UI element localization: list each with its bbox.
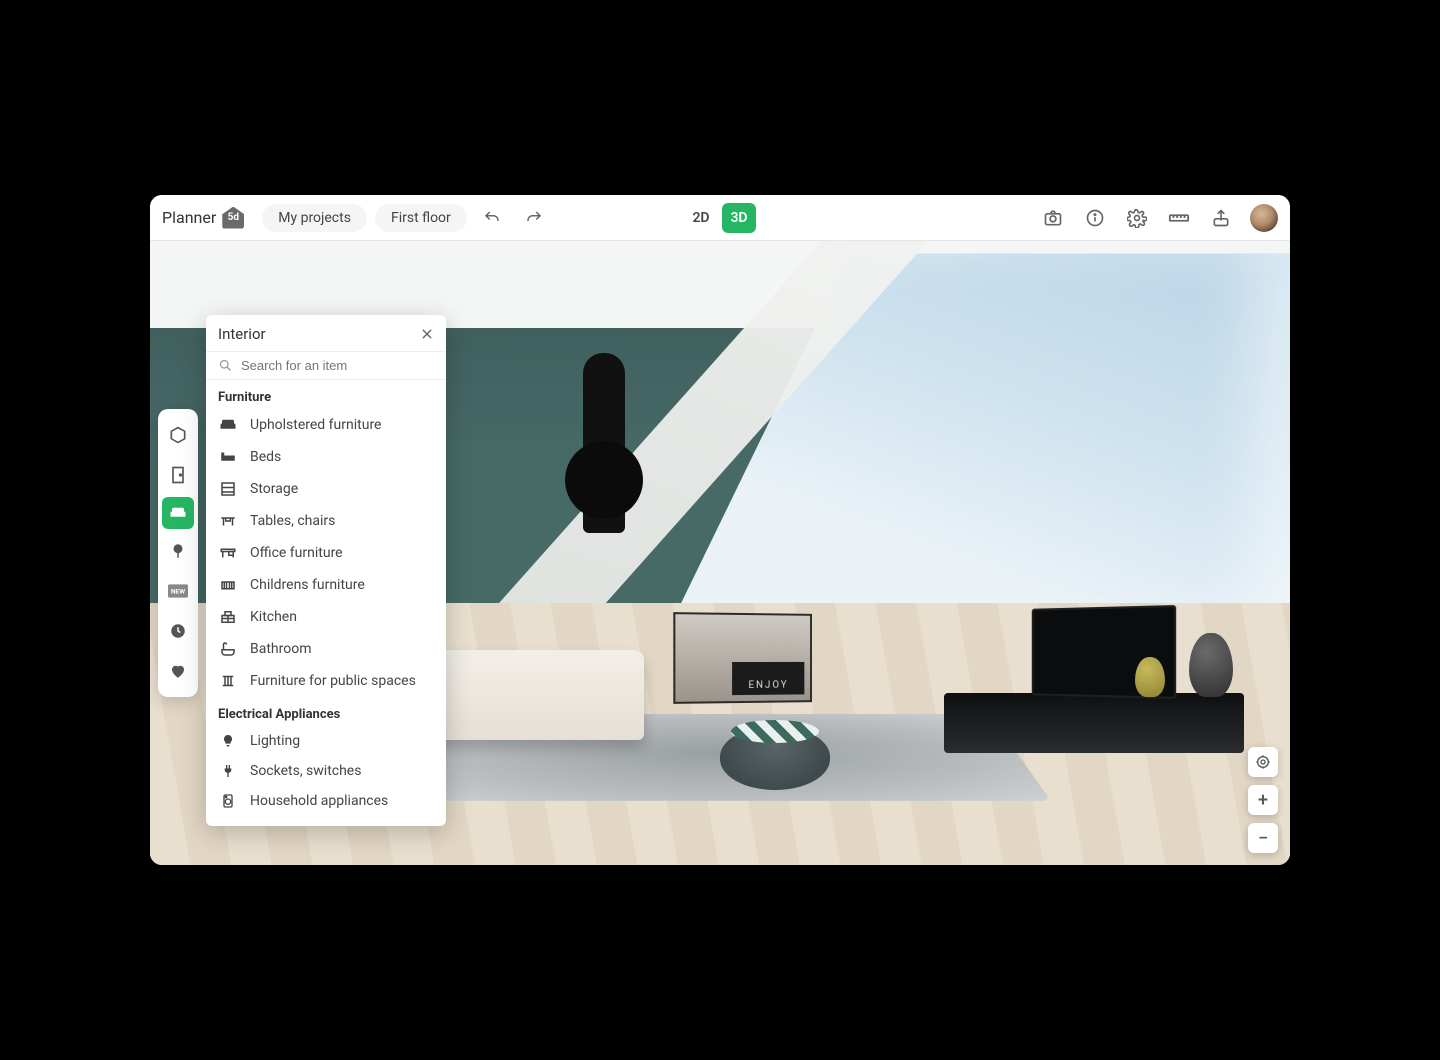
bath-icon — [218, 640, 238, 658]
catalog-item-lighting[interactable]: Lighting — [206, 726, 446, 756]
info-icon — [1085, 208, 1105, 228]
avatar[interactable] — [1250, 204, 1278, 232]
catalog-item-label: Sockets, switches — [250, 763, 361, 779]
view-toggle: 2D 3D — [684, 203, 756, 233]
heart-icon — [169, 662, 187, 680]
catalog-item-label: Beds — [250, 449, 281, 465]
catalog-item-label: Storage — [250, 481, 298, 497]
crib-icon — [218, 576, 238, 594]
tool-recent[interactable] — [158, 611, 198, 651]
app-window: Planner 5d My projects First floor 2D 3D — [150, 195, 1290, 865]
ruler-button[interactable] — [1162, 201, 1196, 235]
redo-icon — [525, 209, 543, 227]
catalog-item-label: Office furniture — [250, 545, 343, 561]
view-3d-button[interactable]: 3D — [722, 203, 756, 233]
bulb-icon — [218, 733, 238, 749]
tree-icon — [169, 542, 187, 560]
panel-title: Interior — [218, 325, 266, 343]
clock-icon — [169, 622, 187, 640]
sofa-icon — [218, 416, 238, 434]
catalog-item-tables[interactable]: Tables, chairs — [206, 505, 446, 537]
catalog-item-label: Childrens furniture — [250, 577, 365, 593]
tool-new[interactable]: NEW — [158, 571, 198, 611]
catalog-item-kitchen[interactable]: Kitchen — [206, 601, 446, 633]
recenter-button[interactable] — [1248, 747, 1278, 777]
section-title: Furniture — [206, 380, 446, 409]
panel-close-button[interactable] — [420, 327, 434, 341]
catalog-item-appliances[interactable]: Household appliances — [206, 786, 446, 816]
tool-rail: NEW — [158, 409, 198, 697]
sofa-icon — [169, 504, 187, 522]
door-icon — [168, 465, 188, 485]
viewport-controls: + − — [1248, 747, 1278, 853]
search-icon — [218, 358, 233, 373]
tool-construction[interactable] — [158, 455, 198, 495]
camera-icon — [1043, 208, 1063, 228]
catalog-item-label: Upholstered furniture — [250, 417, 381, 433]
gear-icon — [1127, 208, 1147, 228]
settings-button[interactable] — [1120, 201, 1154, 235]
share-button[interactable] — [1204, 201, 1238, 235]
share-icon — [1211, 208, 1231, 228]
search-input[interactable] — [241, 358, 434, 373]
appliance-icon — [218, 793, 238, 809]
catalog-item-label: Furniture for public spaces — [250, 673, 416, 689]
ruler-icon — [1168, 207, 1190, 229]
bed-icon — [218, 448, 238, 466]
redo-button[interactable] — [517, 201, 551, 235]
shelf-icon — [218, 480, 238, 498]
plus-icon: + — [1258, 790, 1268, 811]
crosshair-icon — [1255, 754, 1271, 770]
close-icon — [420, 327, 434, 341]
brand-logo-icon: 5d — [222, 207, 244, 229]
cube-icon — [168, 425, 188, 445]
my-projects-button[interactable]: My projects — [262, 204, 367, 232]
catalog-item-sockets[interactable]: Sockets, switches — [206, 756, 446, 786]
catalog-item-childrens[interactable]: Childrens furniture — [206, 569, 446, 601]
desk-icon — [218, 544, 238, 562]
catalog-item-public[interactable]: Furniture for public spaces — [206, 665, 446, 697]
plug-icon — [218, 763, 238, 779]
zoom-in-button[interactable]: + — [1248, 785, 1278, 815]
catalog-item-label: Tables, chairs — [250, 513, 335, 529]
panel-search — [206, 352, 446, 380]
catalog-item-office[interactable]: Office furniture — [206, 537, 446, 569]
catalog-item-bathroom[interactable]: Bathroom — [206, 633, 446, 665]
undo-icon — [483, 209, 501, 227]
minus-icon: − — [1258, 828, 1268, 849]
canvas-3d[interactable]: NEW Interior Furniture — [150, 241, 1290, 865]
brand[interactable]: Planner 5d — [162, 207, 254, 229]
tool-favorites[interactable] — [158, 651, 198, 691]
catalog-panel: Interior Furniture Upholstered furniture… — [206, 315, 446, 826]
section-title: Electrical Appliances — [206, 697, 446, 726]
tool-rooms[interactable] — [158, 415, 198, 455]
tool-exterior[interactable] — [158, 531, 198, 571]
brand-name: Planner — [162, 208, 216, 227]
catalog-item-storage[interactable]: Storage — [206, 473, 446, 505]
view-2d-button[interactable]: 2D — [684, 203, 718, 233]
info-button[interactable] — [1078, 201, 1112, 235]
topbar: Planner 5d My projects First floor 2D 3D — [150, 195, 1290, 241]
kitchen-icon — [218, 608, 238, 626]
catalog-item-label: Lighting — [250, 733, 300, 749]
catalog-item-beds[interactable]: Beds — [206, 441, 446, 473]
svg-text:NEW: NEW — [171, 588, 185, 596]
catalog-item-label: Bathroom — [250, 641, 311, 657]
column-icon — [218, 672, 238, 690]
new-badge-icon: NEW — [168, 584, 188, 598]
catalog-item-label: Household appliances — [250, 793, 388, 809]
panel-header: Interior — [206, 315, 446, 352]
zoom-out-button[interactable]: − — [1248, 823, 1278, 853]
floor-selector[interactable]: First floor — [375, 204, 467, 232]
snapshot-button[interactable] — [1036, 201, 1070, 235]
catalog-item-upholstered[interactable]: Upholstered furniture — [206, 409, 446, 441]
undo-button[interactable] — [475, 201, 509, 235]
catalog-item-label: Kitchen — [250, 609, 297, 625]
tool-interior[interactable] — [162, 497, 194, 529]
table-icon — [218, 512, 238, 530]
